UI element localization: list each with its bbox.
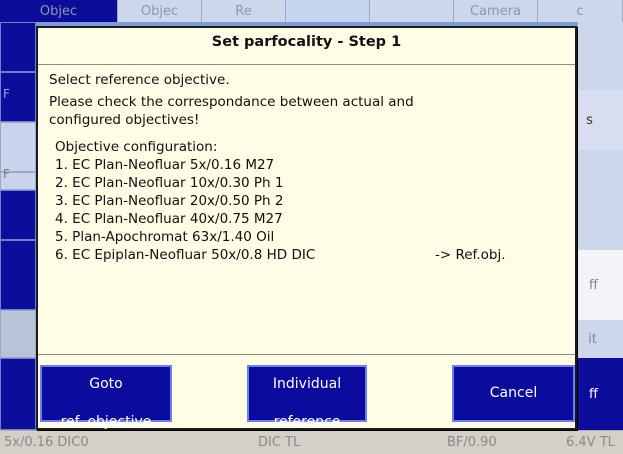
dialog-body: Select reference objective. Please check… [38, 64, 575, 355]
goto-ref-objective-button[interactable]: Goto ref. objective [40, 365, 172, 430]
cancel-button[interactable]: Cancel [452, 365, 575, 422]
bg-left-panel-3 [0, 310, 36, 358]
status-bar: 5x/0.16 DIC0 DIC TL BF/0.90 6.4V TL [0, 430, 623, 454]
objective-item-6[interactable]: 6. EC Epiplan-Neofluar 50x/0.8 HD DIC [55, 246, 315, 264]
microscope-screen: Objec Objec Re Camera c F F s ff it ff 5… [0, 0, 623, 454]
bg-left-button-1[interactable] [0, 22, 36, 72]
bg-right-panel-2: s [577, 90, 623, 150]
status-lamp: 6.4V TL [566, 435, 615, 450]
bg-tab-reflector[interactable]: Re [202, 0, 286, 22]
parfocality-dialog: Set parfocality - Step 1 Select referenc… [36, 26, 577, 430]
warning-text-line2: configured objectives! [49, 112, 200, 128]
bg-tab-0[interactable]: Objec [0, 0, 118, 22]
instruction-text: Select reference objective. [49, 72, 230, 88]
reference-objective-marker: -> Ref.obj. [435, 247, 506, 263]
status-condenser: BF/0.90 [447, 435, 497, 450]
individual-reference-button[interactable]: Individual reference [247, 365, 367, 430]
bg-left-button-2[interactable]: F [0, 72, 36, 122]
bg-left-letter-1: F [3, 87, 10, 101]
bg-right-panel-3 [577, 150, 623, 250]
bg-tab-camera-label: Camera [469, 4, 522, 19]
warning-text-line1: Please check the correspondance between … [49, 94, 414, 110]
bg-tab-objectives[interactable]: Objec [118, 0, 202, 22]
bg-tab-6[interactable]: c [538, 0, 623, 22]
goto-label-line1: Goto [89, 375, 123, 392]
status-objective: 5x/0.16 DIC0 [4, 435, 89, 450]
bg-right-label-2: ff [589, 277, 598, 293]
bg-right-toggle-1[interactable]: ff [577, 250, 623, 320]
bg-right-label-1: s [586, 112, 593, 128]
bg-right-panel-4: it [577, 320, 623, 358]
bg-tab-3[interactable] [286, 0, 370, 22]
objective-item-1[interactable]: 1. EC Plan-Neofluar 5x/0.16 M27 [55, 156, 274, 174]
bg-left-button-4[interactable] [0, 240, 36, 310]
dialog-title: Set parfocality - Step 1 [211, 34, 402, 50]
objective-item-2[interactable]: 2. EC Plan-Neofluar 10x/0.30 Ph 1 [55, 174, 284, 192]
bg-right-label-4: ff [589, 386, 598, 402]
bg-left-letter-2: F [3, 167, 10, 181]
individual-label-line2: reference [273, 413, 341, 430]
bg-left-panel-1 [0, 122, 36, 172]
bg-tab-objectives-label: Objec [140, 4, 179, 19]
bg-tab-camera[interactable]: Camera [454, 0, 538, 22]
bg-left-panel-2: F [0, 167, 36, 190]
objective-item-5[interactable]: 5. Plan-Apochromat 63x/1.40 Oil [55, 228, 274, 246]
bg-right-toggle-2[interactable]: ff [577, 358, 623, 430]
individual-label-line1: Individual [272, 375, 342, 392]
objective-item-4[interactable]: 4. EC Plan-Neofluar 40x/0.75 M27 [55, 210, 283, 228]
bg-tab-4[interactable] [370, 0, 454, 22]
goto-label-line2: ref. objective [60, 413, 152, 430]
bg-right-label-3: it [588, 331, 597, 347]
config-heading: Objective configuration: [55, 139, 218, 155]
bg-tab-6-label: c [576, 4, 584, 19]
bg-right-panel-1 [577, 22, 623, 90]
objective-item-3[interactable]: 3. EC Plan-Neofluar 20x/0.50 Ph 2 [55, 192, 284, 210]
status-reflector: DIC TL [258, 435, 301, 450]
cancel-label: Cancel [489, 385, 538, 401]
bg-left-button-3[interactable] [0, 190, 36, 240]
bg-left-button-5[interactable] [0, 358, 36, 430]
bg-tab-reflector-label: Re [235, 4, 252, 19]
